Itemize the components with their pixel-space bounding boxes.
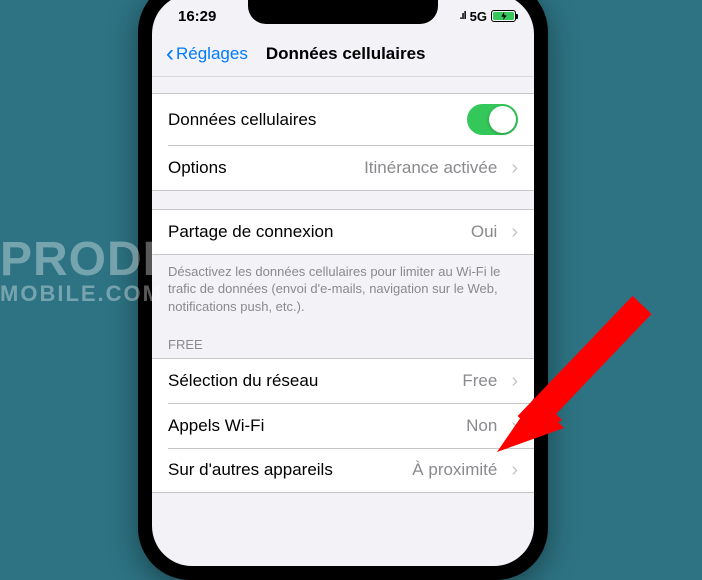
other-devices-label: Sur d'autres appareils <box>168 460 404 480</box>
page-title: Données cellulaires <box>266 44 426 64</box>
clock: 16:29 <box>178 8 216 25</box>
chevron-right-icon: › <box>511 222 518 242</box>
row-options[interactable]: Options Itinérance activée › <box>152 146 534 190</box>
row-cellular-data[interactable]: Données cellulaires <box>152 94 534 145</box>
nav-header: ‹ Réglages Données cellulaires <box>152 38 534 77</box>
group-main: Données cellulaires Options Itinérance a… <box>152 93 534 191</box>
network-label: 5G <box>470 9 487 24</box>
carrier-section-header: FREE <box>152 319 534 358</box>
screen: 16:29 .ıl 5G ‹ Réglages Données cellulai… <box>152 0 534 566</box>
cellular-data-label: Données cellulaires <box>168 110 459 130</box>
network-selection-label: Sélection du réseau <box>168 371 454 391</box>
signal-icon: .ıl <box>459 10 465 22</box>
notch <box>248 0 438 24</box>
hotspot-value: Oui <box>471 222 497 242</box>
back-label: Réglages <box>176 44 248 64</box>
row-network-selection[interactable]: Sélection du réseau Free › <box>152 359 534 403</box>
wifi-calling-label: Appels Wi-Fi <box>168 416 458 436</box>
row-wifi-calling[interactable]: Appels Wi-Fi Non › <box>152 404 534 448</box>
group-hotspot: Partage de connexion Oui › <box>152 209 534 255</box>
battery-icon <box>491 10 516 22</box>
row-other-devices[interactable]: Sur d'autres appareils À proximité › <box>152 448 534 492</box>
other-devices-value: À proximité <box>412 460 497 480</box>
content[interactable]: Données cellulaires Options Itinérance a… <box>152 93 534 493</box>
options-value: Itinérance activée <box>364 158 497 178</box>
status-right: .ıl 5G <box>459 9 516 24</box>
phone-frame: 16:29 .ıl 5G ‹ Réglages Données cellulai… <box>138 0 548 580</box>
row-hotspot[interactable]: Partage de connexion Oui › <box>152 210 534 254</box>
chevron-right-icon: › <box>511 158 518 178</box>
options-label: Options <box>168 158 356 178</box>
group-carrier: Sélection du réseau Free › Appels Wi-Fi … <box>152 358 534 493</box>
cellular-data-toggle[interactable] <box>467 104 518 135</box>
back-button[interactable]: ‹ Réglages <box>166 42 248 66</box>
cellular-footer-text: Désactivez les données cellulaires pour … <box>152 255 534 320</box>
network-selection-value: Free <box>462 371 497 391</box>
chevron-right-icon: › <box>511 371 518 391</box>
wifi-calling-value: Non <box>466 416 497 436</box>
chevron-left-icon: ‹ <box>166 42 174 66</box>
chevron-right-icon: › <box>511 460 518 480</box>
chevron-right-icon: › <box>511 416 518 436</box>
hotspot-label: Partage de connexion <box>168 222 463 242</box>
charging-icon <box>500 12 508 20</box>
